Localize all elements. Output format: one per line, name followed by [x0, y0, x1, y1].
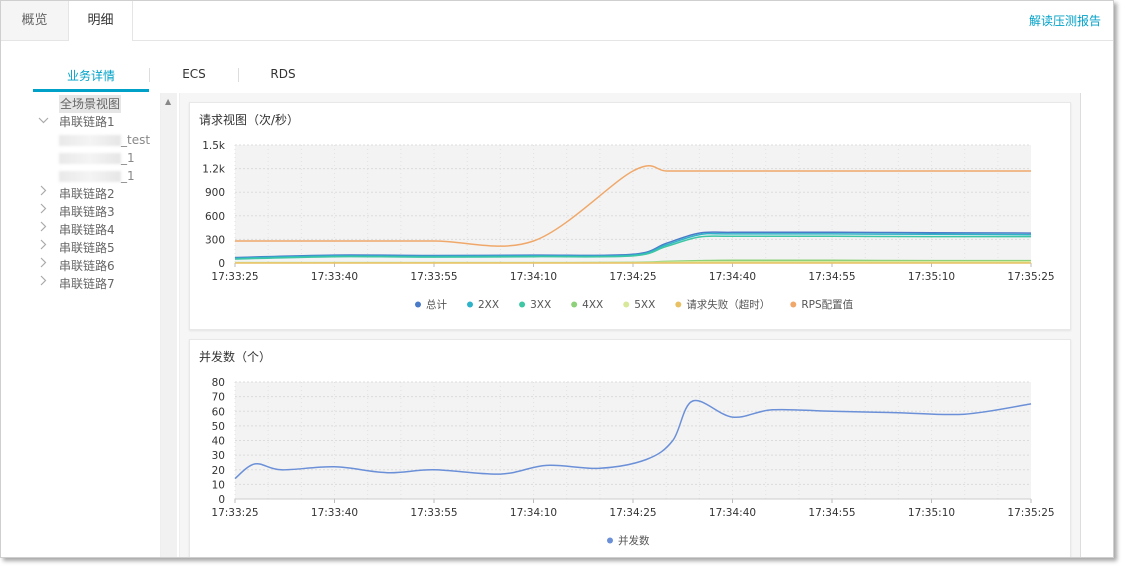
tree-item-label: 串联链路7 — [59, 277, 115, 291]
x-tick-label: 17:35:25 — [1007, 271, 1054, 283]
app-window: 概览 明细 解读压测报告 业务详情 ECS RDS 全场景视图 串联链路1 _t… — [0, 0, 1114, 558]
y-tick-label: 30 — [212, 450, 225, 462]
legend-label: 总计 — [426, 298, 447, 311]
x-tick-label: 17:34:55 — [808, 507, 855, 519]
tree-item-label: 串联链路1 — [59, 115, 115, 129]
tree-item-label: 串联链路4 — [59, 223, 115, 237]
sub-tab-rds[interactable]: RDS — [239, 63, 327, 92]
chevron-right-icon[interactable] — [37, 221, 49, 239]
chevron-right-icon[interactable] — [37, 239, 49, 257]
chevron-down-icon[interactable] — [37, 113, 49, 131]
y-tick-label: 10 — [212, 479, 225, 491]
legend-marker — [571, 301, 578, 308]
legend-marker — [607, 537, 613, 544]
legend-label: 3XX — [530, 299, 551, 311]
legend-marker — [675, 301, 682, 308]
report-link[interactable]: 解读压测报告 — [1029, 12, 1101, 29]
x-tick-label: 17:33:40 — [311, 271, 358, 283]
tab-divider — [133, 40, 1113, 41]
sub-tab-ecs[interactable]: ECS — [150, 63, 238, 92]
legend-label: 4XX — [582, 299, 603, 311]
tab-detail[interactable]: 明细 — [69, 1, 133, 41]
legend-marker — [467, 301, 473, 308]
y-tick-label: 1.5k — [202, 140, 226, 152]
sub-tabs: 业务详情 ECS RDS — [33, 63, 327, 93]
chevron-right-icon[interactable] — [37, 275, 49, 293]
tree-item-label: 串联链路5 — [59, 241, 115, 255]
concurrency-chart: 0 10 20 30 40 50 60 70 80 17:33:25 17:33:40 17:33:5… — [211, 377, 1054, 547]
top-tabs: 概览 明细 — [1, 1, 133, 41]
request-chart-panel: 请求视图（次/秒） 0 300 600 900 1.2k 1.5k 17:33:25 17:3… — [189, 102, 1071, 330]
y-tick-label: 60 — [212, 406, 225, 418]
x-tick-label: 17:34:10 — [510, 271, 557, 283]
scroll-up-arrow-icon[interactable]: ▲ — [165, 97, 171, 106]
redacted-label — [59, 153, 121, 164]
legend-label: 5XX — [634, 299, 655, 311]
tree-item-api[interactable]: _1 — [33, 167, 161, 185]
x-tick-label: 17:34:25 — [609, 271, 656, 283]
y-tick-label: 900 — [205, 187, 225, 199]
tree-item-api[interactable]: _1 — [33, 149, 161, 167]
tree-item-suffix: _1 — [121, 169, 135, 183]
y-tick-label: 80 — [212, 377, 225, 389]
tab-overview[interactable]: 概览 — [1, 1, 69, 41]
tree-item-suffix: _test — [121, 133, 151, 147]
legend-marker — [519, 301, 526, 308]
x-tick-label: 17:33:55 — [410, 507, 457, 519]
tree-item-suffix: _1 — [121, 151, 135, 165]
legend-label: 2XX — [478, 299, 499, 311]
y-tick-label: 0 — [218, 258, 225, 270]
legend-label: 并发数 — [618, 534, 650, 547]
y-tick-label: 0 — [218, 494, 225, 506]
concurrency-chart-panel: 并发数（个） 0 10 20 30 40 50 60 70 80 17:33:25 17:33:40… — [189, 339, 1071, 557]
tree-item-label: 串联链路2 — [59, 187, 115, 201]
x-tick-label: 17:35:25 — [1007, 507, 1054, 519]
y-tick-label: 300 — [205, 234, 225, 246]
chevron-right-icon[interactable] — [37, 185, 49, 203]
tree-item-api[interactable]: _test — [33, 131, 161, 149]
tree-scrollbar[interactable] — [161, 93, 177, 557]
y-tick-label: 600 — [205, 211, 225, 223]
legend-marker — [790, 301, 797, 308]
legend-marker — [415, 301, 421, 308]
scenario-tree: 全场景视图 串联链路1 _test _1 _1 串联链路2 串联链路3 串联链路… — [33, 93, 161, 557]
redacted-label — [59, 171, 121, 182]
y-tick-label: 40 — [212, 436, 225, 448]
x-tick-label: 17:33:25 — [211, 507, 258, 519]
y-tick-label: 70 — [212, 392, 225, 404]
y-tick-label: 50 — [212, 421, 225, 433]
tree-item-label: 全场景视图 — [59, 95, 122, 113]
x-tick-label: 17:33:40 — [311, 507, 358, 519]
chevron-right-icon[interactable] — [37, 257, 49, 275]
tree-item-label: 串联链路3 — [59, 205, 115, 219]
redacted-label — [59, 135, 121, 146]
tree-item-label: 串联链路6 — [59, 259, 115, 273]
x-tick-label: 17:35:10 — [908, 507, 955, 519]
legend-label: 请求失败（超时） — [686, 298, 770, 311]
x-tick-label: 17:34:10 — [510, 507, 557, 519]
y-tick-label: 1.2k — [202, 164, 226, 176]
legend-marker — [623, 301, 630, 308]
x-tick-label: 17:34:55 — [808, 271, 855, 283]
x-tick-label: 17:33:25 — [211, 271, 258, 283]
chevron-right-icon[interactable] — [37, 203, 49, 221]
x-tick-label: 17:33:55 — [410, 271, 457, 283]
x-tick-label: 17:34:40 — [709, 271, 756, 283]
charts-area: 请求视图（次/秒） 0 300 600 900 1.2k 1.5k 17:33:25 17:3… — [179, 93, 1081, 557]
legend-label: RPS配置值 — [801, 298, 853, 311]
x-tick-label: 17:34:40 — [709, 507, 756, 519]
x-tick-label: 17:34:25 — [609, 507, 656, 519]
request-chart: 0 300 600 900 1.2k 1.5k 17:33:25 17:33:40 17:33:… — [202, 140, 1054, 311]
x-tick-label: 17:35:10 — [908, 271, 955, 283]
y-tick-label: 20 — [212, 465, 225, 477]
sub-tab-business[interactable]: 业务详情 — [33, 63, 149, 92]
